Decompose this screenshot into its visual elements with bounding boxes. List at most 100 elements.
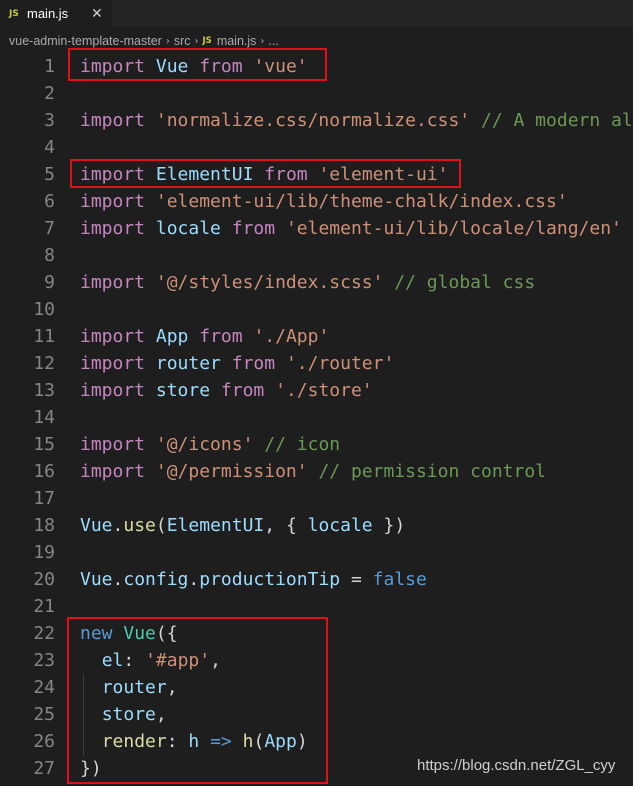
- line-number: 4: [44, 137, 55, 158]
- code-token: '@/permission': [155, 461, 308, 482]
- breadcrumb-symbol[interactable]: ...: [268, 34, 278, 48]
- code-line[interactable]: 19: [0, 539, 633, 566]
- code-line[interactable]: 8: [0, 242, 633, 269]
- code-line[interactable]: 18 Vue.use(ElementUI, { locale }): [0, 512, 633, 539]
- breadcrumb-file[interactable]: main.js: [217, 34, 257, 48]
- code-text: import store from './store': [80, 377, 373, 404]
- line-number: 15: [33, 434, 55, 455]
- line-number: 5: [44, 164, 55, 185]
- code-token: }): [372, 515, 406, 536]
- code-line[interactable]: 17: [0, 485, 633, 512]
- close-icon[interactable]: ✕: [91, 6, 103, 22]
- code-token: 'element-ui/lib/locale/lang/en': [285, 218, 622, 239]
- highlight-box-vue-import: [68, 48, 327, 81]
- code-line[interactable]: 3 import 'normalize.css/normalize.css' //…: [0, 107, 633, 134]
- code-line[interactable]: 12 import router from './router': [0, 350, 633, 377]
- code-token: from: [231, 353, 276, 374]
- code-text: import App from './App': [80, 323, 329, 350]
- code-token: import: [80, 461, 146, 482]
- code-token: .: [112, 569, 124, 590]
- line-number: 3: [44, 110, 55, 131]
- line-number: 24: [33, 677, 55, 698]
- line-number: 9: [44, 272, 55, 293]
- code-text: import 'normalize.css/normalize.css' // …: [80, 107, 633, 134]
- code-line[interactable]: 10: [0, 296, 633, 323]
- line-number: 17: [33, 488, 55, 509]
- code-token: './App': [253, 326, 330, 347]
- line-number: 27: [33, 758, 55, 779]
- code-line[interactable]: 16 import '@/permission' // permission co…: [0, 458, 633, 485]
- code-line[interactable]: 2: [0, 80, 633, 107]
- code-token: // permission control: [318, 461, 547, 482]
- code-line[interactable]: 20 Vue.config.productionTip = false: [0, 566, 633, 593]
- code-text: import '@/icons' // icon: [80, 431, 340, 458]
- line-number: 10: [33, 299, 55, 320]
- line-number: 21: [33, 596, 55, 617]
- code-token: router: [155, 353, 221, 374]
- code-line[interactable]: 4: [0, 134, 633, 161]
- javascript-file-icon: JS: [9, 8, 19, 19]
- code-line[interactable]: 13 import store from './store': [0, 377, 633, 404]
- code-line[interactable]: 9 import '@/styles/index.scss' // global …: [0, 269, 633, 296]
- line-number: 20: [33, 569, 55, 590]
- line-number: 12: [33, 353, 55, 374]
- code-token: locale: [155, 218, 221, 239]
- code-token: .: [188, 569, 200, 590]
- code-token: productionTip: [199, 569, 341, 590]
- line-number: 19: [33, 542, 55, 563]
- code-token: // global css: [394, 272, 536, 293]
- code-token: '@/icons': [155, 434, 254, 455]
- code-token: './router': [285, 353, 395, 374]
- line-number: 8: [44, 245, 55, 266]
- code-line[interactable]: 6 import 'element-ui/lib/theme-chalk/inde…: [0, 188, 633, 215]
- code-token: Vue: [80, 515, 113, 536]
- code-token: 'element-ui/lib/theme-chalk/index.css': [155, 191, 568, 212]
- code-token: 'normalize.css/normalize.css': [155, 110, 471, 131]
- code-token: use: [123, 515, 156, 536]
- code-token: false: [372, 569, 427, 590]
- breadcrumb-folder[interactable]: vue-admin-template-master: [9, 34, 162, 48]
- code-token: config: [123, 569, 189, 590]
- code-token: import: [80, 380, 146, 401]
- code-line[interactable]: 11 import App from './App': [0, 323, 633, 350]
- code-token: App: [155, 326, 189, 347]
- breadcrumb-subfolder[interactable]: src: [174, 34, 191, 48]
- code-token: store: [155, 380, 211, 401]
- tab-main-js[interactable]: JS main.js ✕: [0, 0, 112, 27]
- line-number: 11: [33, 326, 55, 347]
- line-number: 18: [33, 515, 55, 536]
- code-token: (: [155, 515, 167, 536]
- highlight-box-element-ui-import: [70, 159, 461, 188]
- code-line[interactable]: 14: [0, 404, 633, 431]
- code-token: // A modern al: [481, 110, 633, 131]
- code-line[interactable]: 7 import locale from 'element-ui/lib/loca…: [0, 215, 633, 242]
- editor-tab-bar: JS main.js ✕: [0, 0, 633, 27]
- code-line[interactable]: 21: [0, 593, 633, 620]
- code-token: import: [80, 353, 146, 374]
- line-number: 16: [33, 461, 55, 482]
- code-token: from: [220, 380, 265, 401]
- chevron-right-icon: ›: [165, 35, 170, 47]
- code-text: import 'element-ui/lib/theme-chalk/index…: [80, 188, 568, 215]
- code-token: from: [199, 326, 243, 347]
- code-line[interactable]: 15 import '@/icons' // icon: [0, 431, 633, 458]
- chevron-right-icon: ›: [260, 35, 265, 47]
- tab-label: main.js: [27, 6, 69, 21]
- code-token: locale: [307, 515, 373, 536]
